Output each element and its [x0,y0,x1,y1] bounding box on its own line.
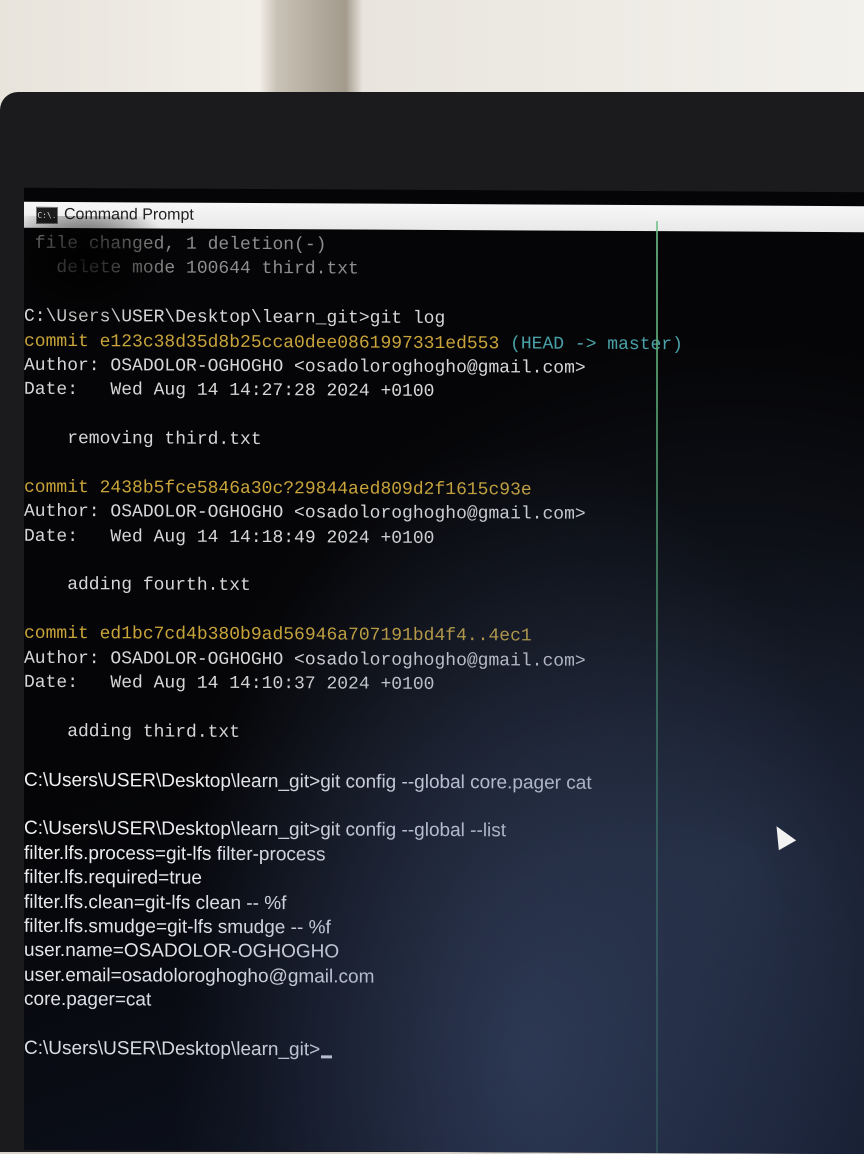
console-line-text: Author: OSADOLOR-OGHOGHO <osadoloroghogh… [24,502,586,526]
console-line-text: filter.lfs.smudge=git-lfs smudge -- %f [24,915,331,939]
window-title: Command Prompt [64,206,194,224]
console-line: adding fourth.txt [24,573,864,602]
console-line-text: user.name=OSADOLOR-OGHOGHO [24,940,340,963]
console-line-text: adding third.txt [24,721,241,743]
screen-artifact-line [656,221,658,1154]
console-line: Date: Wed Aug 14 14:18:49 2024 +0100 [24,524,864,553]
console-line-text: Author: OSADOLOR-OGHOGHO <osadoloroghogh… [24,648,586,672]
console-line-text: filter.lfs.clean=git-lfs clean -- %f [24,891,287,914]
console-line-text: commit 2438b5fce5846a30c?29844aed809d2f1… [24,477,532,501]
console-line-text: adding fourth.txt [24,575,251,597]
console-line-text: C:\Users\USER\Desktop\learn_git>git conf… [24,769,592,794]
console-line-text: C:\Users\USER\Desktop\learn_git> [24,1037,321,1061]
console-line: removing third.txt [24,427,864,456]
console-line: adding third.txt [24,720,864,749]
console-line-text: filter.lfs.process=git-lfs filter-proces… [24,842,326,866]
console-line: C:\Users\USER\Desktop\learn_git>git conf… [24,768,864,797]
console-output[interactable]: file changed, 1 deletion(-) delete mode … [24,232,864,1154]
console-line-text: removing third.txt [24,428,262,451]
console-line-text: user.email=osadoloroghogho@gmail.com [24,964,375,988]
console-line-text: filter.lfs.required=true [24,866,202,889]
console-line-text: Date: Wed Aug 14 14:27:28 2024 +0100 [24,380,435,403]
console-line-text: Author: OSADOLOR-OGHOGHO <osadoloroghogh… [24,355,586,379]
laptop-screen: C:\. Command Prompt file changed, 1 dele… [24,187,864,1154]
console-line: Date: Wed Aug 14 14:10:37 2024 +0100 [24,671,864,700]
console-line-text: C:\Users\USER\Desktop\learn_git>git conf… [24,818,507,842]
console-line: filter.lfs.required=true [24,866,864,895]
console-line-text: Date: Wed Aug 14 14:10:37 2024 +0100 [24,672,435,695]
console-line-text: commit e123c38d35d8b25cca0dee0861997331e… [24,331,500,354]
console-line-text: C:\Users\USER\Desktop\learn_git>git log [24,306,446,330]
window-titlebar[interactable]: C:\. Command Prompt [24,201,864,233]
console-line-text: Date: Wed Aug 14 14:18:49 2024 +0100 [24,526,435,549]
console-line: C:\Users\USER\Desktop\learn_git>git log [24,305,864,334]
console-line: core.pager=cat [24,988,864,1017]
text-cursor [321,1055,333,1059]
console-line-text: core.pager=cat [24,988,152,1011]
cmd-icon: C:\. [36,206,58,224]
console-line-text: delete mode 100644 third.txt [24,258,359,280]
console-line: delete mode 100644 third.txt [24,256,864,285]
console-line: Date: Wed Aug 14 14:27:28 2024 +0100 [24,378,864,407]
console-line-text: commit ed1bc7cd4b380b9ad56946a707191bd4f… [24,624,532,647]
console-line: C:\Users\USER\Desktop\learn_git> [24,1037,864,1066]
console-line-text: file changed, 1 deletion(-) [24,233,327,256]
